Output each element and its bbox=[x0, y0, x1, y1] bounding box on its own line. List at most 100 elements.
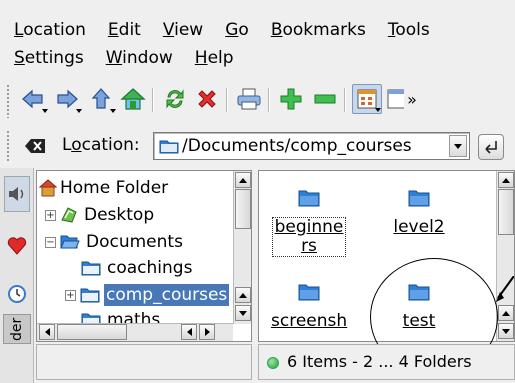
arrow-up-icon bbox=[239, 177, 247, 183]
scroll-down-button[interactable] bbox=[235, 305, 251, 321]
stop-button[interactable] bbox=[192, 84, 222, 114]
locationbar-grip[interactable] bbox=[6, 130, 10, 162]
tree-item-label: Home Folder bbox=[60, 178, 169, 198]
back-button[interactable] bbox=[18, 84, 48, 114]
zoom-out-icon bbox=[314, 94, 336, 104]
navigation-panel-tabs: der bbox=[0, 168, 34, 383]
split-view-button[interactable] bbox=[384, 84, 404, 114]
tree-item-label: coachings bbox=[107, 258, 193, 278]
up-dropdown-icon[interactable] bbox=[110, 109, 116, 113]
speaker-icon bbox=[9, 187, 24, 201]
file-item[interactable]: beginne rs bbox=[269, 189, 349, 257]
menubar: Location Edit View Go Bookmarks Tools Se… bbox=[0, 0, 515, 76]
print-button[interactable] bbox=[234, 84, 264, 114]
scroll-thumb[interactable] bbox=[498, 189, 514, 235]
arrow-up-icon bbox=[502, 177, 510, 183]
up-button[interactable] bbox=[86, 84, 116, 114]
view-vertical-scrollbar[interactable] bbox=[496, 171, 514, 341]
menu-location-rest: ocation bbox=[23, 20, 86, 40]
folder-icon bbox=[298, 284, 320, 301]
forward-button[interactable] bbox=[52, 84, 82, 114]
view-mode-dropdown-icon[interactable] bbox=[375, 108, 381, 112]
zoom-in-button[interactable] bbox=[276, 84, 306, 114]
tree-vertical-scrollbar[interactable] bbox=[233, 171, 251, 324]
file-item[interactable]: level2 bbox=[379, 189, 459, 237]
menu-tools[interactable]: Tools bbox=[388, 18, 430, 42]
menu-bookmarks[interactable]: Bookmarks bbox=[271, 18, 366, 42]
tab-media-player[interactable] bbox=[4, 176, 30, 212]
tree-item-coachings[interactable]: coachings bbox=[81, 255, 194, 281]
location-path[interactable]: /Documents/comp_courses bbox=[182, 136, 412, 156]
tree-item-desktop[interactable]: + Desktop bbox=[45, 202, 156, 228]
collapse-icon[interactable]: − bbox=[45, 236, 56, 248]
reload-button[interactable] bbox=[160, 84, 190, 114]
menu-location[interactable]: Location bbox=[14, 18, 86, 42]
location-combobox[interactable]: /Documents/comp_courses bbox=[153, 132, 470, 160]
file-name[interactable]: test bbox=[401, 312, 438, 331]
scroll-up-button[interactable] bbox=[235, 172, 251, 188]
home-button[interactable] bbox=[118, 84, 148, 114]
scroll-up-button[interactable] bbox=[235, 287, 251, 303]
tab-home-folder[interactable]: der bbox=[3, 314, 31, 344]
bookmark-heart-icon bbox=[7, 237, 27, 255]
back-icon bbox=[22, 89, 43, 109]
clear-location-icon[interactable] bbox=[24, 137, 46, 155]
folder-icon bbox=[81, 261, 101, 276]
folder-icon bbox=[159, 140, 179, 154]
tree-item-documents[interactable]: − Documents bbox=[45, 229, 185, 255]
menu-window[interactable]: Window bbox=[106, 46, 173, 70]
arrow-right-icon bbox=[204, 328, 210, 336]
scroll-left-button[interactable] bbox=[181, 324, 197, 340]
menu-view[interactable]: View bbox=[163, 18, 203, 42]
menu-row-2: Settings Window Help bbox=[14, 46, 256, 70]
scroll-thumb[interactable] bbox=[57, 324, 127, 340]
scroll-thumb[interactable] bbox=[235, 189, 251, 229]
tree-item-home[interactable]: Home Folder bbox=[39, 175, 170, 201]
toolbar-separator bbox=[152, 88, 154, 112]
location-dropdown-button[interactable] bbox=[449, 135, 467, 157]
toolbar-overflow-button[interactable]: » bbox=[404, 84, 420, 114]
tab-home-folder-label: der bbox=[9, 317, 25, 341]
scroll-down-button[interactable] bbox=[498, 323, 514, 339]
scroll-up-button[interactable] bbox=[498, 305, 514, 321]
file-name[interactable]: level2 bbox=[391, 218, 446, 237]
back-dropdown-icon[interactable] bbox=[42, 109, 48, 113]
file-item[interactable]: test bbox=[379, 283, 459, 331]
menu-row-1: Location Edit View Go Bookmarks Tools bbox=[14, 18, 452, 42]
expand-icon[interactable]: + bbox=[65, 289, 76, 301]
arrow-left-icon bbox=[44, 328, 50, 336]
menu-help[interactable]: Help bbox=[195, 46, 234, 70]
zoom-out-button[interactable] bbox=[310, 84, 340, 114]
toolbar-separator bbox=[344, 88, 346, 112]
tree-item-comp-courses[interactable]: + comp_courses bbox=[65, 282, 230, 308]
history-icon bbox=[8, 285, 26, 303]
go-button[interactable] bbox=[478, 134, 504, 160]
scroll-left-button[interactable] bbox=[39, 324, 55, 340]
expand-icon[interactable]: + bbox=[45, 209, 56, 221]
tab-bookmarks[interactable] bbox=[4, 228, 30, 264]
arrow-down-icon bbox=[239, 310, 247, 316]
toolbar-grip[interactable] bbox=[6, 84, 10, 118]
file-name[interactable]: beginne rs bbox=[271, 217, 347, 257]
menu-edit[interactable]: Edit bbox=[108, 18, 141, 42]
file-name-line2: rs bbox=[301, 236, 317, 256]
menu-settings[interactable]: Settings bbox=[14, 46, 84, 70]
tab-history[interactable] bbox=[4, 276, 30, 312]
folder-icon bbox=[298, 190, 320, 207]
forward-dropdown-icon[interactable] bbox=[76, 109, 82, 113]
menu-go[interactable]: Go bbox=[225, 18, 249, 42]
file-name[interactable]: screensh bbox=[269, 312, 349, 331]
file-item[interactable]: screensh bbox=[269, 283, 349, 331]
stop-icon bbox=[198, 90, 216, 108]
pointer-arrow-icon bbox=[496, 276, 514, 302]
print-icon bbox=[237, 88, 261, 110]
toolbar-separator bbox=[226, 88, 228, 112]
icon-view-button[interactable] bbox=[352, 84, 382, 114]
scroll-up-button[interactable] bbox=[498, 172, 514, 188]
chevron-down-icon bbox=[454, 143, 462, 149]
scroll-right-button[interactable] bbox=[199, 324, 215, 340]
tree-horizontal-scrollbar[interactable] bbox=[37, 323, 233, 341]
arrow-left-icon bbox=[186, 328, 192, 336]
arrow-up-icon bbox=[502, 310, 510, 316]
enter-icon bbox=[485, 141, 497, 154]
